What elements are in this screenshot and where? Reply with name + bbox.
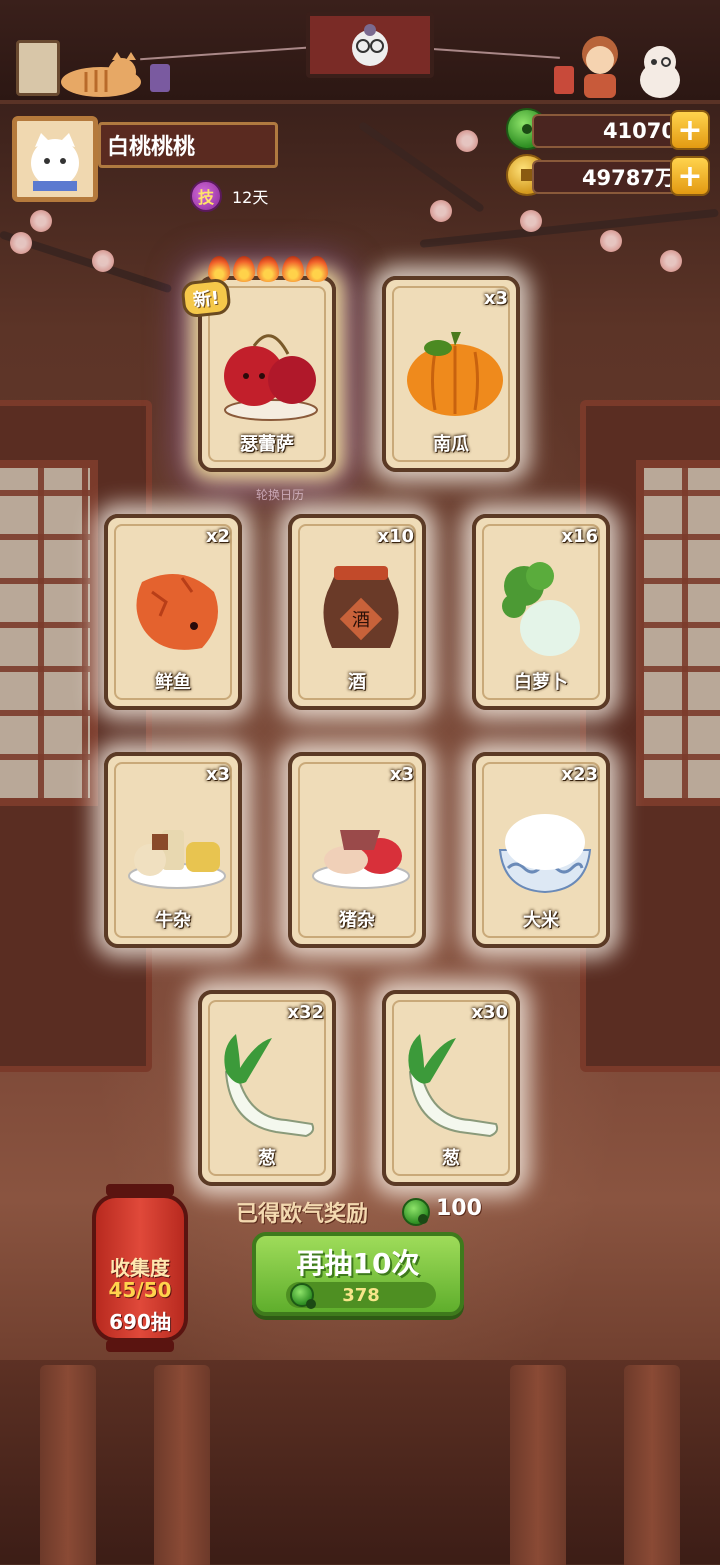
- blossom: [600, 230, 622, 252]
- pumpkin-icon: [407, 332, 503, 416]
- result-card[interactable]: x3 猪杂: [288, 752, 426, 948]
- card-name: 大米: [523, 910, 559, 931]
- card-name: 猪杂: [339, 910, 375, 931]
- card-count: x10: [377, 526, 414, 547]
- currency-coin: 49787万 +: [506, 154, 712, 196]
- blossom: [10, 232, 32, 254]
- fish-icon: [136, 574, 218, 650]
- blossom: [30, 210, 52, 232]
- cup-icon: [150, 64, 170, 92]
- railing-post: [154, 1365, 210, 1565]
- card-name: 葱: [258, 1148, 276, 1169]
- radish-icon: [502, 562, 580, 656]
- wine-jar-label: 酒: [352, 610, 370, 631]
- reward-value: 100: [436, 1196, 482, 1221]
- blossom: [520, 210, 542, 232]
- jade-icon: [290, 1283, 316, 1309]
- collection-title: 收集度: [110, 1256, 170, 1280]
- scallion-icon: [224, 1034, 315, 1138]
- card-name: 酒: [348, 672, 366, 693]
- add-jade-button[interactable]: +: [670, 110, 710, 150]
- white-cat-npc-icon[interactable]: [634, 40, 686, 100]
- skill-icon[interactable]: 技: [190, 180, 222, 212]
- reward-label: 已得欧气奖励: [236, 1202, 369, 1227]
- skill-days: 12天: [232, 188, 269, 207]
- currency-jade: 41070 +: [506, 108, 712, 150]
- scallion-icon: [408, 1034, 499, 1138]
- left-lattice-window: [0, 460, 98, 806]
- wine-jar-icon: 酒: [323, 566, 399, 648]
- card-name: 鲜鱼: [155, 672, 191, 693]
- blossom: [430, 200, 452, 222]
- card-name: 白萝卜: [514, 672, 568, 693]
- card-count: x30: [471, 1002, 508, 1023]
- rice-bowl-icon: [498, 814, 592, 894]
- coin-amount: 49787万: [532, 160, 692, 194]
- card-count: x3: [205, 764, 230, 785]
- blossom: [92, 250, 114, 272]
- draw-cost-value: 378: [342, 1284, 380, 1306]
- pork-offal-icon: [312, 830, 410, 889]
- card-count: x3: [483, 288, 508, 309]
- card-name: 葱: [442, 1148, 460, 1169]
- result-card[interactable]: x16 白萝卜: [472, 514, 610, 710]
- card-count: x3: [389, 764, 414, 785]
- card-count: x23: [561, 764, 598, 785]
- railing-post: [40, 1365, 96, 1565]
- right-lattice-window: [636, 460, 720, 806]
- collection-lantern[interactable]: 收集度 45/50 690抽: [92, 1184, 188, 1352]
- card-name: 瑟蕾萨: [240, 434, 294, 455]
- result-card[interactable]: x30 葱: [382, 990, 520, 1186]
- jade-icon: [402, 1198, 430, 1226]
- blossom: [660, 250, 682, 272]
- draw-cost: 378: [286, 1282, 436, 1309]
- result-card[interactable]: x23 大米: [472, 752, 610, 948]
- player-avatar[interactable]: [12, 116, 98, 202]
- calendar-label: 轮换日历: [256, 488, 305, 502]
- draw-again-button[interactable]: 再抽10次 378: [252, 1232, 464, 1316]
- result-card[interactable]: x3 南瓜: [382, 276, 520, 472]
- rarity-flames: [208, 256, 328, 284]
- card-count: x2: [205, 526, 230, 547]
- result-card[interactable]: x10 酒 酒: [288, 514, 426, 710]
- result-card[interactable]: x32 葱: [198, 990, 336, 1186]
- card-name: 南瓜: [433, 434, 469, 455]
- beef-offal-icon: [128, 830, 226, 889]
- add-coin-button[interactable]: +: [670, 156, 710, 196]
- cherry-icon: [224, 334, 318, 421]
- collection-progress: 45/50: [108, 1278, 172, 1302]
- sleeping-tabby-cat-icon: [61, 52, 141, 97]
- hanging-scroll-portrait[interactable]: [306, 12, 434, 78]
- new-badge: 新!: [180, 277, 232, 319]
- floor-rail: [0, 1360, 720, 1564]
- player-name: 白桃桃桃: [98, 122, 278, 168]
- white-cat-avatar-icon: [31, 133, 79, 191]
- card-name: 牛杂: [155, 910, 191, 931]
- blossom: [456, 130, 478, 152]
- railing-post: [510, 1365, 566, 1565]
- shelf-scroll-icon[interactable]: [16, 40, 60, 96]
- card-count: x32: [287, 1002, 324, 1023]
- card-count: x16: [561, 526, 598, 547]
- draw-again-label: 再抽10次: [296, 1247, 420, 1280]
- result-card[interactable]: 新! 瑟蕾萨: [180, 256, 336, 472]
- jade-amount: 41070: [532, 114, 692, 148]
- chef-npc-icon[interactable]: [570, 30, 630, 100]
- cat-portrait-icon: [352, 24, 388, 66]
- result-card[interactable]: x2 鲜鱼: [104, 514, 242, 710]
- railing-post: [624, 1365, 680, 1565]
- collection-draws: 690抽: [109, 1310, 171, 1334]
- result-card[interactable]: x3 牛杂: [104, 752, 242, 948]
